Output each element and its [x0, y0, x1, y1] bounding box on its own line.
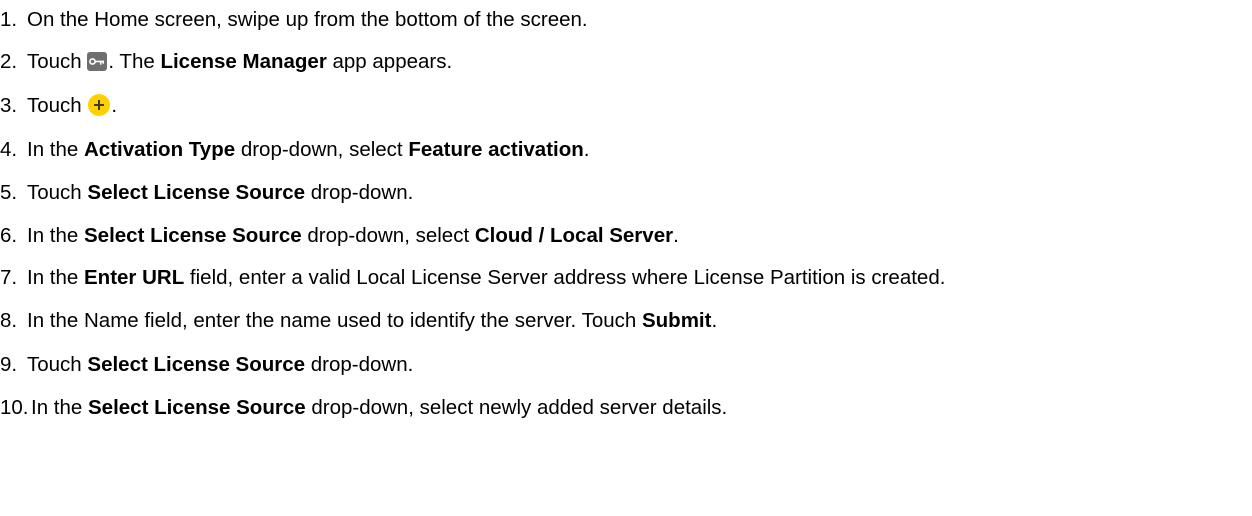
step-text-segment: drop-down, select newly added server det… [305, 396, 728, 419]
ui-term: Select License Source [87, 353, 306, 376]
ui-term: Activation Type [84, 138, 236, 161]
step-text: Touch Select License Source drop-down. [27, 353, 413, 376]
ui-term: Select License Source [87, 181, 306, 204]
step-item: 8. In the Name field, enter the name used… [0, 301, 717, 341]
step-number: 8. [0, 309, 18, 332]
ui-term: Enter URL [84, 266, 185, 289]
step-item: 5. Touch Select License Source drop-down. [0, 173, 413, 213]
step-text: Touch . The License Manager app appears. [27, 50, 452, 73]
step-text-segment: . [583, 138, 590, 161]
ui-term: Submit [641, 309, 712, 332]
ui-term: License Manager [160, 50, 327, 73]
step-text-segment: . [673, 224, 679, 247]
step-text-segment: In the [27, 266, 84, 289]
ui-term: Select License Source [84, 224, 302, 247]
step-text-segment: drop-down. [305, 353, 414, 376]
step-item: 6. In the Select License Source drop-down… [0, 216, 679, 256]
step-text-segment: Touch [27, 94, 88, 117]
step-item: 3. Touch . [0, 86, 117, 126]
step-number: 4. [0, 138, 18, 161]
step-number: 7. [0, 266, 18, 289]
step-item: 7. In the Enter URL field, enter a valid … [0, 258, 945, 298]
step-text-segment: In the [27, 138, 84, 161]
step-text-segment: On the Home screen, swipe up from the bo… [27, 8, 588, 31]
step-text-segment: Touch [27, 50, 88, 73]
step-text-segment: drop-down, select [235, 138, 409, 161]
step-text: Touch . [27, 94, 117, 117]
step-item: 1. On the Home screen, swipe up from the … [0, 0, 588, 40]
key-icon [87, 52, 108, 71]
step-text: In the Select License Source drop-down, … [31, 396, 727, 419]
ui-term: Select License Source [88, 396, 306, 419]
step-number: 1. [0, 8, 18, 31]
ui-term: Cloud / Local Server [474, 224, 674, 247]
step-text: In the Select License Source drop-down, … [27, 224, 679, 247]
step-text: On the Home screen, swipe up from the bo… [27, 8, 588, 31]
step-number: 2. [0, 50, 18, 73]
step-text: In the Name field, enter the name used t… [27, 309, 717, 332]
step-text: In the Enter URL field, enter a valid Lo… [27, 266, 945, 289]
step-text-segment: drop-down, select [301, 224, 475, 247]
step-text-segment: field, enter a valid Local License Serve… [184, 266, 946, 289]
step-item: 9. Touch Select License Source drop-down. [0, 345, 413, 385]
step-text-segment: . [111, 94, 118, 117]
step-number: 6. [0, 224, 18, 247]
step-number: 9. [0, 353, 18, 376]
step-text-segment: drop-down. [305, 181, 414, 204]
step-text-segment: . The [108, 50, 161, 73]
step-item: 10. In the Select License Source drop-dow… [0, 388, 727, 428]
step-text-segment: In the [31, 396, 88, 419]
step-text-segment: Touch [27, 181, 88, 204]
step-text-segment: . [711, 309, 718, 332]
step-text-segment: app appears. [326, 50, 453, 73]
step-number: 3. [0, 94, 18, 117]
step-number: 10. [0, 396, 29, 419]
step-number: 5. [0, 181, 18, 204]
ui-term: Feature activation [408, 138, 584, 161]
plus-icon [88, 94, 111, 116]
step-text: Touch Select License Source drop-down. [27, 181, 413, 204]
step-text-segment: Touch [27, 353, 88, 376]
step-item: 2. Touch . The License Manager app appear… [0, 42, 452, 82]
step-text-segment: In the Name field, enter the name used t… [27, 309, 642, 332]
step-text-segment: In the [27, 224, 84, 247]
step-item: 4. In the Activation Type drop-down, sele… [0, 130, 589, 170]
step-text: In the Activation Type drop-down, select… [27, 138, 589, 161]
